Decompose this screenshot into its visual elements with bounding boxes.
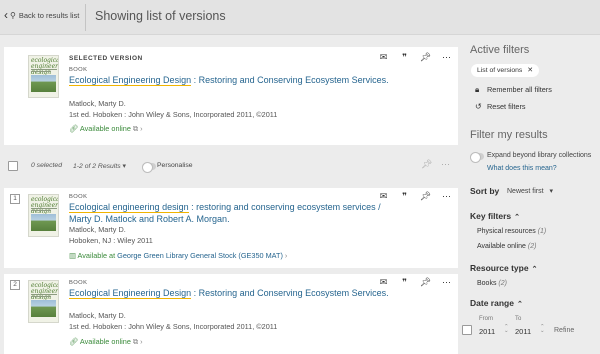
book-cover-thumbnail[interactable]: ecological engineering design: [28, 280, 59, 323]
back-to-results-button[interactable]: ‹ ⚲ Back to results list: [4, 8, 80, 22]
reset-filters-button[interactable]: ↺ Reset filters: [475, 102, 526, 111]
page-title: Showing list of versions: [95, 9, 226, 23]
sort-dropdown[interactable]: Newest first ▾: [507, 187, 553, 195]
filter-chip[interactable]: List of versions ✕: [471, 64, 539, 77]
record-actions: ✉ ❞ 📌︎ ⋯: [373, 277, 457, 288]
result-number: 2: [10, 280, 20, 290]
pin-icon[interactable]: 📌︎: [415, 52, 436, 63]
chevron-left-icon: ‹: [4, 8, 8, 22]
citation-icon[interactable]: ❞: [394, 277, 415, 288]
facet-option[interactable]: Available online (2): [477, 243, 536, 250]
record-publication: Hoboken, NJ : Wiley 2011: [69, 236, 153, 245]
to-year-input[interactable]: 2011: [515, 327, 531, 336]
resource-type: BOOK: [69, 194, 88, 200]
availability-link[interactable]: 🔗︎ Available online ⧉ ›: [69, 337, 143, 347]
facet-option[interactable]: Books (2): [477, 280, 507, 287]
remember-filters-button[interactable]: 🔒︎ Remember all filters: [475, 85, 552, 95]
email-icon[interactable]: ✉: [373, 52, 394, 63]
citation-icon[interactable]: ❞: [394, 52, 415, 63]
chevron-right-icon: ›: [140, 124, 143, 133]
from-year-stepper[interactable]: ⌃ ⌄: [504, 324, 509, 334]
back-label: Back to results list: [18, 10, 80, 20]
select-all-checkbox[interactable]: [8, 161, 18, 171]
reset-icon: ↺: [475, 102, 482, 111]
chevron-up-icon: ⌃: [514, 214, 520, 221]
pin-icon[interactable]: 📌︎: [415, 277, 436, 288]
email-icon[interactable]: ✉: [373, 191, 394, 202]
search-icon: ⚲: [10, 10, 16, 20]
facet-option[interactable]: Physical resources (1): [477, 228, 546, 235]
more-options-icon[interactable]: ⋯: [436, 277, 457, 288]
record-author: Matlock, Marty D.: [69, 99, 126, 108]
lock-icon: 🔒︎: [475, 85, 480, 94]
record-publication: 1st ed. Hoboken : John Wiley & Sons, Inc…: [69, 322, 278, 331]
results-toolbar: 0 selected 1-2 of 2 Results ▾ Personalis…: [0, 155, 460, 177]
filter-results-heading: Filter my results: [470, 129, 548, 141]
email-icon[interactable]: ✉: [373, 277, 394, 288]
expand-collections-toggle[interactable]: [470, 152, 484, 163]
from-year-input[interactable]: 2011: [479, 327, 495, 336]
more-options-icon[interactable]: ⋯: [436, 191, 457, 202]
expand-collections-label: Expand beyond library collections: [487, 152, 592, 159]
top-bar: ‹ ⚲ Back to results list Showing list of…: [0, 0, 600, 35]
resource-type-toggle[interactable]: Resource type ⌃: [470, 263, 537, 273]
more-options-icon[interactable]: ⋯: [441, 159, 450, 170]
pin-icon[interactable]: 📌︎: [421, 159, 432, 170]
personalise-label: Personalise: [157, 162, 193, 169]
key-filters-toggle[interactable]: Key filters ⌃: [470, 211, 520, 221]
date-range-checkbox[interactable]: [462, 325, 472, 335]
book-cover-thumbnail[interactable]: ecological engineering design: [28, 194, 59, 237]
chevron-up-icon: ⌃: [531, 266, 538, 273]
chevron-right-icon: ›: [284, 251, 288, 260]
refine-button[interactable]: Refine: [554, 327, 574, 334]
link-icon: 🔗︎: [69, 124, 79, 133]
record-publication: 1st ed. Hoboken : John Wiley & Sons, Inc…: [69, 110, 278, 119]
record-actions: ✉ ❞ 📌︎ ⋯: [373, 52, 457, 63]
record-author: Matlock, Marty D.: [69, 311, 126, 320]
cover-text: ecological engineering design: [31, 57, 59, 76]
to-label: To: [515, 316, 522, 322]
active-filters-heading: Active filters: [470, 44, 530, 56]
external-link-icon: ⧉: [132, 124, 139, 133]
what-does-this-mean-link[interactable]: What does this mean?: [487, 165, 557, 172]
chevron-up-icon: ⌃: [516, 301, 523, 308]
result-item: 1 ecological engineering design BOOK Eco…: [4, 188, 458, 268]
citation-icon[interactable]: ❞: [394, 191, 415, 202]
more-options-icon[interactable]: ⋯: [436, 52, 457, 63]
result-item: 2 ecological engineering design BOOK Eco…: [4, 274, 458, 354]
from-label: From: [479, 316, 493, 322]
results-range-dropdown[interactable]: 1-2 of 2 Results ▾: [73, 162, 126, 170]
header-divider: [85, 4, 86, 31]
resource-type: BOOK: [69, 67, 88, 73]
selected-version-label: SELECTED VERSION: [69, 55, 143, 62]
record-title[interactable]: Ecological engineering design : restorin…: [69, 201, 399, 225]
sort-by-label: Sort by: [470, 186, 500, 196]
external-link-icon: ⧉: [132, 337, 139, 346]
record-author: Matlock, Marty D.: [69, 225, 126, 234]
resource-type: BOOK: [69, 280, 88, 286]
record-title[interactable]: Ecological Engineering Design : Restorin…: [69, 74, 389, 86]
availability-link[interactable]: ▥ Available at George Green Library Gene…: [69, 251, 287, 260]
close-icon[interactable]: ✕: [527, 67, 533, 74]
selected-count: 0 selected: [31, 162, 62, 169]
selected-version-card: ecological engineering design SELECTED V…: [4, 47, 458, 145]
caret-down-icon: ▾: [549, 188, 554, 195]
chevron-right-icon: ›: [140, 337, 143, 346]
pin-icon[interactable]: 📌︎: [415, 191, 436, 202]
to-year-stepper[interactable]: ⌃ ⌄: [540, 324, 545, 334]
book-icon: ▥: [69, 251, 76, 260]
availability-link[interactable]: 🔗︎ Available online ⧉ ›: [69, 124, 143, 134]
record-actions: ✉ ❞ 📌︎ ⋯: [373, 191, 457, 202]
link-icon: 🔗︎: [69, 337, 79, 346]
date-range-toggle[interactable]: Date range ⌃: [470, 298, 523, 308]
record-title[interactable]: Ecological Engineering Design : Restorin…: [69, 287, 389, 299]
book-cover-thumbnail[interactable]: ecological engineering design: [28, 55, 59, 98]
result-number: 1: [10, 194, 20, 204]
personalise-toggle[interactable]: [142, 162, 156, 173]
